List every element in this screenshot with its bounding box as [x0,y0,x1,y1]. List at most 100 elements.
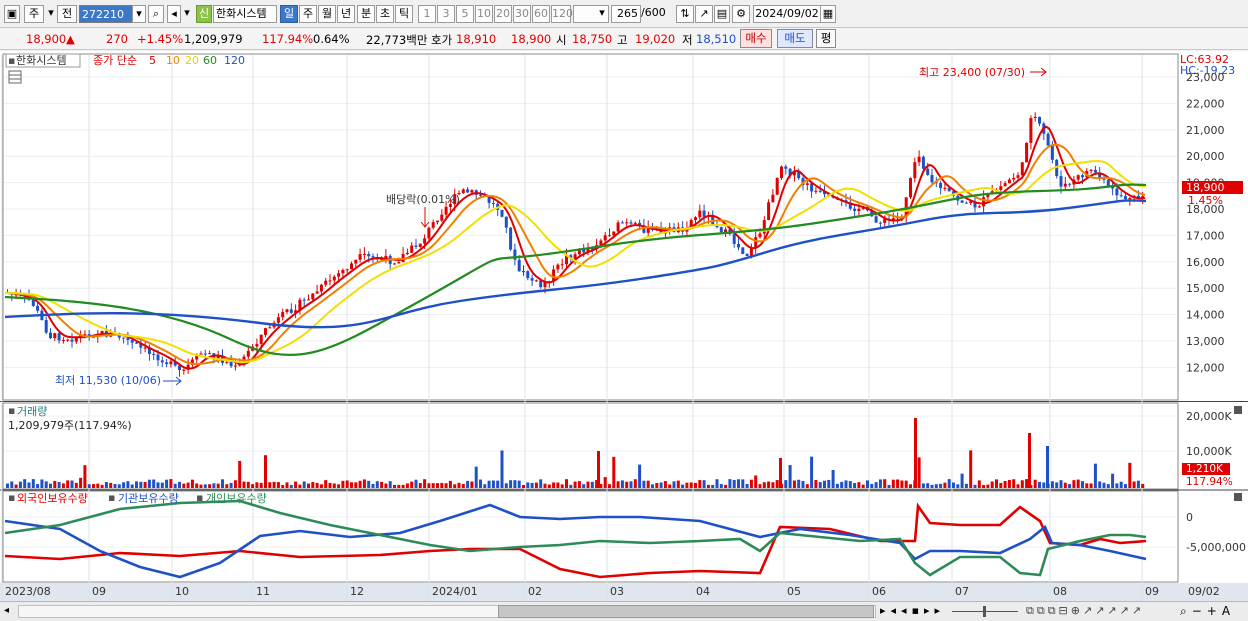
close-volume-icon[interactable] [1234,406,1242,414]
sell-button[interactable]: 매도 [777,29,813,48]
gear-icon[interactable]: ⚙ [732,5,750,23]
code-dropdown-icon[interactable]: ▾ [132,5,146,23]
volume-bar [496,480,500,488]
zoom-slider-handle[interactable] [983,606,986,617]
volume-bar [1128,462,1132,488]
period-month[interactable]: 월 [318,5,336,23]
volume-bar [509,480,513,488]
holdings-legend-institution[interactable]: 기관보유수량 [118,492,179,505]
holdings-legend-individual[interactable]: 개인보유수량 [206,492,267,505]
speaker-icon[interactable]: ◂ [167,5,181,23]
volume-bar [1098,481,1102,488]
period-year[interactable]: 년 [337,5,355,23]
candle-body [1076,175,1080,180]
volume-bar [788,465,792,488]
interval-1[interactable]: 1 [418,5,436,23]
candle-body [500,209,504,217]
volume-bar [405,483,409,488]
volume-bar [255,482,259,488]
volume-bar [956,484,960,488]
window-icon[interactable]: ▣ [4,5,20,23]
interval-30[interactable]: 30 [513,5,531,23]
save-icon[interactable]: ▤ [714,5,730,23]
stock-code-input[interactable] [79,5,137,23]
chart-tool-icons[interactable]: ⧉⧉⧉⊟⊕↗↗↗↗↗ [1026,604,1144,618]
ma-legend-label[interactable]: 종가 단순 [93,54,137,67]
close-holdings-icon[interactable] [1234,493,1242,501]
interval-60[interactable]: 60 [532,5,550,23]
scroll-thumb[interactable] [498,605,874,618]
low-annotation: 최저 11,530 (10/06) [55,374,161,387]
candle-body [737,243,740,248]
candle-body [169,361,173,365]
volume-bar [749,479,753,488]
candle-body [324,280,328,285]
candle-body [491,202,495,204]
volume-bar [388,481,392,488]
volume-bar [401,484,405,488]
volume-bar [814,480,818,488]
volume-bar [233,480,237,488]
compare-icon[interactable]: ⇅ [676,5,694,23]
count-input[interactable]: 265 [611,5,641,23]
candle-body [70,339,74,342]
scroll-left-icon[interactable]: ◂ [4,605,14,617]
volume-bar [384,483,388,488]
volume-bar [203,484,207,488]
ma-legend-60: 60 [203,54,217,67]
price-panel-title[interactable]: 한화시스템 [16,54,67,67]
draw-icon[interactable]: ↗ [695,5,713,23]
change-percent: +1.45% [137,32,184,46]
candle-body [560,264,564,266]
volume-bar [74,482,78,488]
x-tick-label: 07 [955,585,969,598]
volume-bar [1081,481,1084,488]
stock-chart[interactable]: 23,00022,00021,00020,00019,00018,00017,0… [0,51,1248,601]
interval-10[interactable]: 10 [475,5,493,23]
period-week[interactable]: 주 [299,5,317,23]
date-input[interactable]: 2024/09/02 [753,5,821,23]
volume-panel-title[interactable]: 거래량 [17,405,47,418]
speaker-dropdown-icon[interactable]: ▾ [182,5,192,23]
volume-bar [857,482,861,488]
period-second[interactable]: 초 [376,5,394,23]
holdings-legend-foreign[interactable]: 외국인보유수량 [17,492,88,505]
volume-bar [728,479,732,488]
calendar-icon[interactable]: ▦ [820,5,836,23]
eval-button[interactable]: 평 [816,29,836,48]
tab-prev[interactable]: 전 [57,5,77,23]
candle-body [160,360,164,363]
volume-bar [444,483,448,488]
table-icon[interactable] [8,70,22,84]
holdings-y-tick-label: -5,000,000 [1186,541,1246,554]
volume-bar [1020,480,1024,488]
period-day[interactable]: 일 [280,5,298,23]
interval-3[interactable]: 3 [437,5,455,23]
candle-body [302,299,306,301]
bottom-scrollbar[interactable]: ◂ ▸◂◂▪▸▸ ⧉⧉⧉⊟⊕↗↗↗↗↗ ⌕−+A [0,601,1248,621]
volume-bar [487,480,491,488]
buy-button[interactable]: 매수 [740,29,772,48]
candle-body [328,280,332,282]
stock-dropdown-icon[interactable]: ▾ [46,5,56,23]
tab-stock[interactable]: 주 [24,5,44,23]
candle-body [857,208,861,212]
chart-area[interactable]: 23,00022,00021,00020,00019,00018,00017,0… [0,51,1248,601]
candle-body [926,168,930,175]
volume-bar [706,484,710,488]
quote-bar: 18,900 ▲ 270 +1.45% 1,209,979 117.94% 0.… [0,28,1248,50]
interval-20[interactable]: 20 [494,5,512,23]
volume-bar [354,482,358,488]
candle-body [1106,179,1110,186]
zoom-icons[interactable]: ⌕−+A [1180,604,1235,619]
volume-spike [1028,433,1031,488]
candle-body [1050,145,1054,160]
period-minute[interactable]: 분 [357,5,375,23]
interval-120[interactable]: 120 [551,5,573,23]
period-tick[interactable]: 틱 [395,5,413,23]
search-icon[interactable]: ⌕ [148,5,164,23]
playback-controls[interactable]: ▸◂◂▪▸▸ [880,604,945,617]
volume-panel-value: 1,209,979주(117.94%) [8,419,132,432]
interval-5[interactable]: 5 [456,5,474,23]
interval-dropdown-icon[interactable]: ▾ [595,5,609,23]
